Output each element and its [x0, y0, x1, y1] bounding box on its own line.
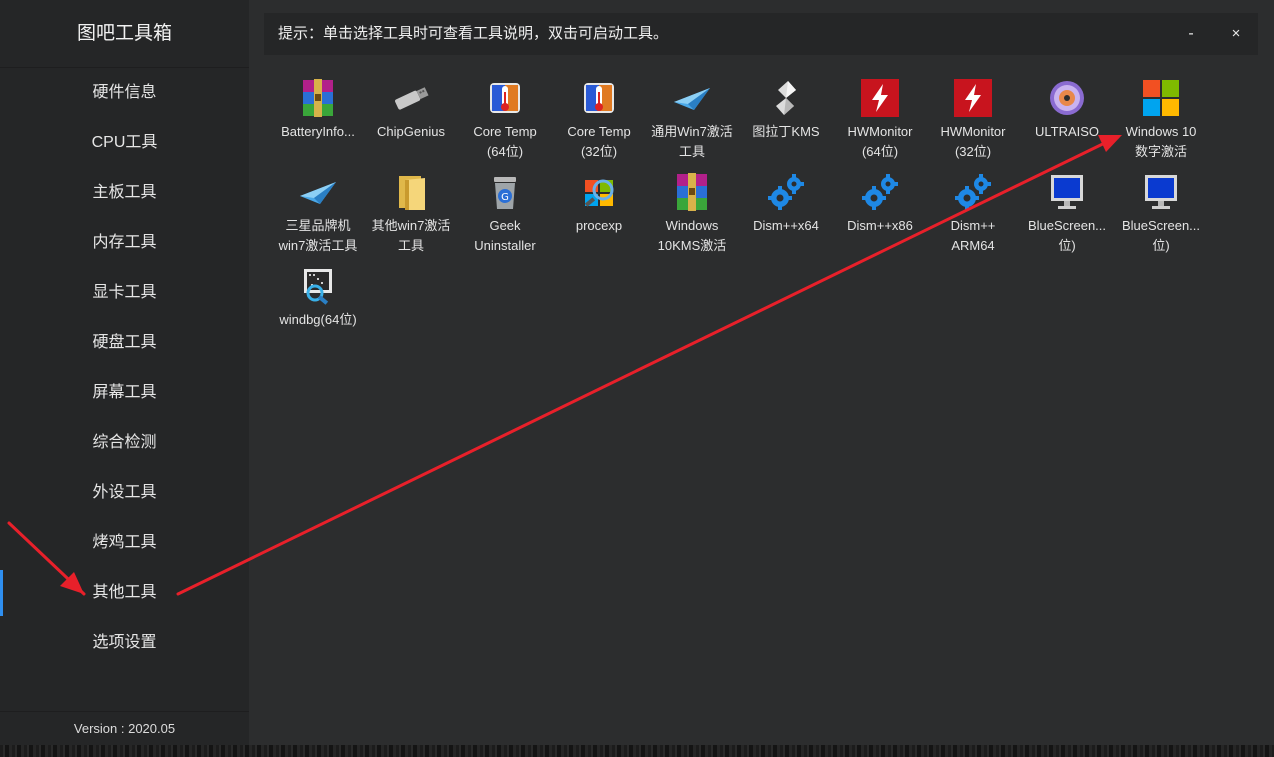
tool-sublabel: 工具: [397, 238, 424, 253]
tool-sublabel: 数字激活: [1134, 144, 1187, 159]
sidebar-item-hardware-info[interactable]: 硬件信息: [0, 68, 249, 118]
sidebar-item-memory-tools[interactable]: 内存工具: [0, 218, 249, 268]
folder-icon: [399, 176, 425, 210]
tool-windbg-64[interactable]: windbg(64位): [272, 266, 364, 330]
debugger-icon: [304, 269, 332, 305]
tool-sublabel: (32位): [580, 144, 618, 159]
tool-sublabel: (64位): [486, 144, 524, 159]
tool-label: Dism++x86: [847, 218, 913, 233]
tool-bluescreen-view-1[interactable]: BlueScreen... 位): [1021, 172, 1113, 256]
tool-label: ULTRAISO: [1034, 124, 1100, 139]
sidebar-item-comprehensive-test[interactable]: 综合检测: [0, 418, 249, 468]
tool-sublabel: 位): [1058, 238, 1076, 253]
gears-icon: [862, 174, 898, 210]
sidebar-item-other-tools[interactable]: 其他工具: [0, 568, 249, 618]
tool-label: HWMonitor: [847, 124, 913, 139]
version-label: Version : 2020.05: [0, 711, 249, 746]
gears-icon: [955, 174, 991, 210]
sidebar-item-stress-test-tools[interactable]: 烤鸡工具: [0, 518, 249, 568]
tool-label: BlueScreen...: [1121, 218, 1201, 233]
sidebar-item-motherboard-tools[interactable]: 主板工具: [0, 168, 249, 218]
background-strip: [0, 745, 1274, 757]
tool-label: Dism++: [950, 218, 996, 233]
tool-label: Geek: [489, 218, 521, 233]
tool-sublabel: ARM64: [951, 238, 995, 253]
hwmonitor-bolt-icon: [954, 79, 992, 117]
minimize-button[interactable]: -: [1176, 13, 1206, 55]
sidebar-item-cpu-tools[interactable]: CPU工具: [0, 118, 249, 168]
paper-plane-icon: [300, 182, 336, 204]
tool-label: 通用Win7激活: [651, 124, 733, 139]
tool-chipgenius[interactable]: ChipGenius: [365, 78, 457, 142]
tool-sublabel: 工具: [678, 144, 705, 159]
tool-label: Core Temp: [567, 124, 631, 139]
app-window: 图吧工具箱 硬件信息 CPU工具 主板工具 内存工具 显卡工具 硬盘工具 屏幕工…: [0, 0, 1274, 745]
tool-geek-uninstaller[interactable]: G Geek Uninstaller: [459, 172, 551, 256]
tool-label: 图拉丁KMS: [752, 124, 820, 139]
app-title: 图吧工具箱: [0, 0, 249, 68]
sidebar-item-settings[interactable]: 选项设置: [0, 618, 249, 668]
tool-ultraiso[interactable]: ULTRAISO: [1021, 78, 1113, 142]
sidebar-item-screen-tools[interactable]: 屏幕工具: [0, 368, 249, 418]
tool-bluescreen-view-2[interactable]: BlueScreen... 位): [1115, 172, 1207, 256]
gears-icon: [768, 174, 804, 210]
thermometer-icon: [584, 83, 614, 113]
tool-battery-info[interactable]: BatteryInfo...: [272, 78, 364, 142]
tool-win7-activation[interactable]: 通用Win7激活 工具: [646, 78, 738, 162]
usb-drive-icon: [395, 87, 429, 110]
tool-hwmonitor-64[interactable]: HWMonitor (64位): [834, 78, 926, 162]
tool-core-temp-32[interactable]: Core Temp (32位): [553, 78, 645, 162]
tool-label: windbg(64位): [279, 312, 357, 327]
tip-bar: 提示：单击选择工具时可查看工具说明，双击可启动工具。 - ×: [264, 13, 1258, 55]
thermometer-icon: [490, 83, 520, 113]
tool-label: Windows 10: [1125, 124, 1197, 139]
tool-sublabel: (32位): [954, 144, 992, 159]
tool-hwmonitor-32[interactable]: HWMonitor (32位): [927, 78, 1019, 162]
optical-disc-icon: [1050, 81, 1084, 115]
tool-sublabel: (64位): [861, 144, 899, 159]
tip-text: 提示：单击选择工具时可查看工具说明，双击可启动工具。: [278, 25, 669, 42]
tool-windows10-activation[interactable]: Windows 10 数字激活: [1115, 78, 1207, 162]
tool-dism-x64[interactable]: Dism++x64: [740, 172, 832, 236]
tool-windows10-kms[interactable]: Windows 10KMS激活: [646, 172, 738, 256]
tool-label: Core Temp: [473, 124, 537, 139]
tool-sublabel: win7激活工具: [278, 238, 358, 253]
tool-label: BlueScreen...: [1027, 218, 1107, 233]
tool-dism-x86[interactable]: Dism++x86: [834, 172, 926, 236]
svg-text:G: G: [501, 192, 509, 203]
tool-label: ChipGenius: [377, 124, 445, 139]
sidebar-menu: 硬件信息 CPU工具 主板工具 内存工具 显卡工具 硬盘工具 屏幕工具 综合检测…: [0, 68, 249, 668]
tool-label: Windows: [665, 218, 719, 233]
close-button[interactable]: ×: [1221, 13, 1251, 55]
sidebar-item-disk-tools[interactable]: 硬盘工具: [0, 318, 249, 368]
tool-samsung-win7-activation[interactable]: 三星品牌机 win7激活工具: [272, 172, 364, 256]
tool-sublabel: 位): [1152, 238, 1170, 253]
tool-label: 三星品牌机: [285, 218, 351, 233]
process-explorer-icon: [584, 179, 614, 207]
winrar-archive-icon: [677, 173, 707, 211]
tool-label: 其他win7激活: [371, 218, 451, 233]
tool-label: procexp: [575, 218, 623, 233]
sidebar-item-peripheral-tools[interactable]: 外设工具: [0, 468, 249, 518]
hwmonitor-bolt-icon: [861, 79, 899, 117]
tool-sublabel: 10KMS激活: [657, 238, 727, 253]
tool-label: BatteryInfo...: [281, 124, 355, 139]
paper-plane-icon: [674, 88, 710, 110]
tool-dism-arm64[interactable]: Dism++ ARM64: [927, 172, 1019, 256]
windows-logo-icon: [1143, 80, 1179, 116]
script-scroll-icon: [776, 81, 796, 115]
tool-sublabel: Uninstaller: [474, 238, 536, 253]
tool-label: Dism++x64: [753, 218, 819, 233]
monitor-icon: [1145, 175, 1177, 209]
sidebar: 图吧工具箱 硬件信息 CPU工具 主板工具 内存工具 显卡工具 硬盘工具 屏幕工…: [0, 0, 249, 745]
tool-core-temp-64[interactable]: Core Temp (64位): [459, 78, 551, 162]
tool-other-win7-activation[interactable]: 其他win7激活 工具: [365, 172, 457, 256]
tool-tuladin-kms[interactable]: 图拉丁KMS: [740, 78, 832, 142]
winrar-archive-icon: [303, 79, 333, 117]
monitor-icon: [1051, 175, 1083, 209]
tool-label: HWMonitor: [940, 124, 1006, 139]
sidebar-item-gpu-tools[interactable]: 显卡工具: [0, 268, 249, 318]
tool-procexp[interactable]: procexp: [553, 172, 645, 236]
trash-can-icon: G: [494, 177, 516, 209]
